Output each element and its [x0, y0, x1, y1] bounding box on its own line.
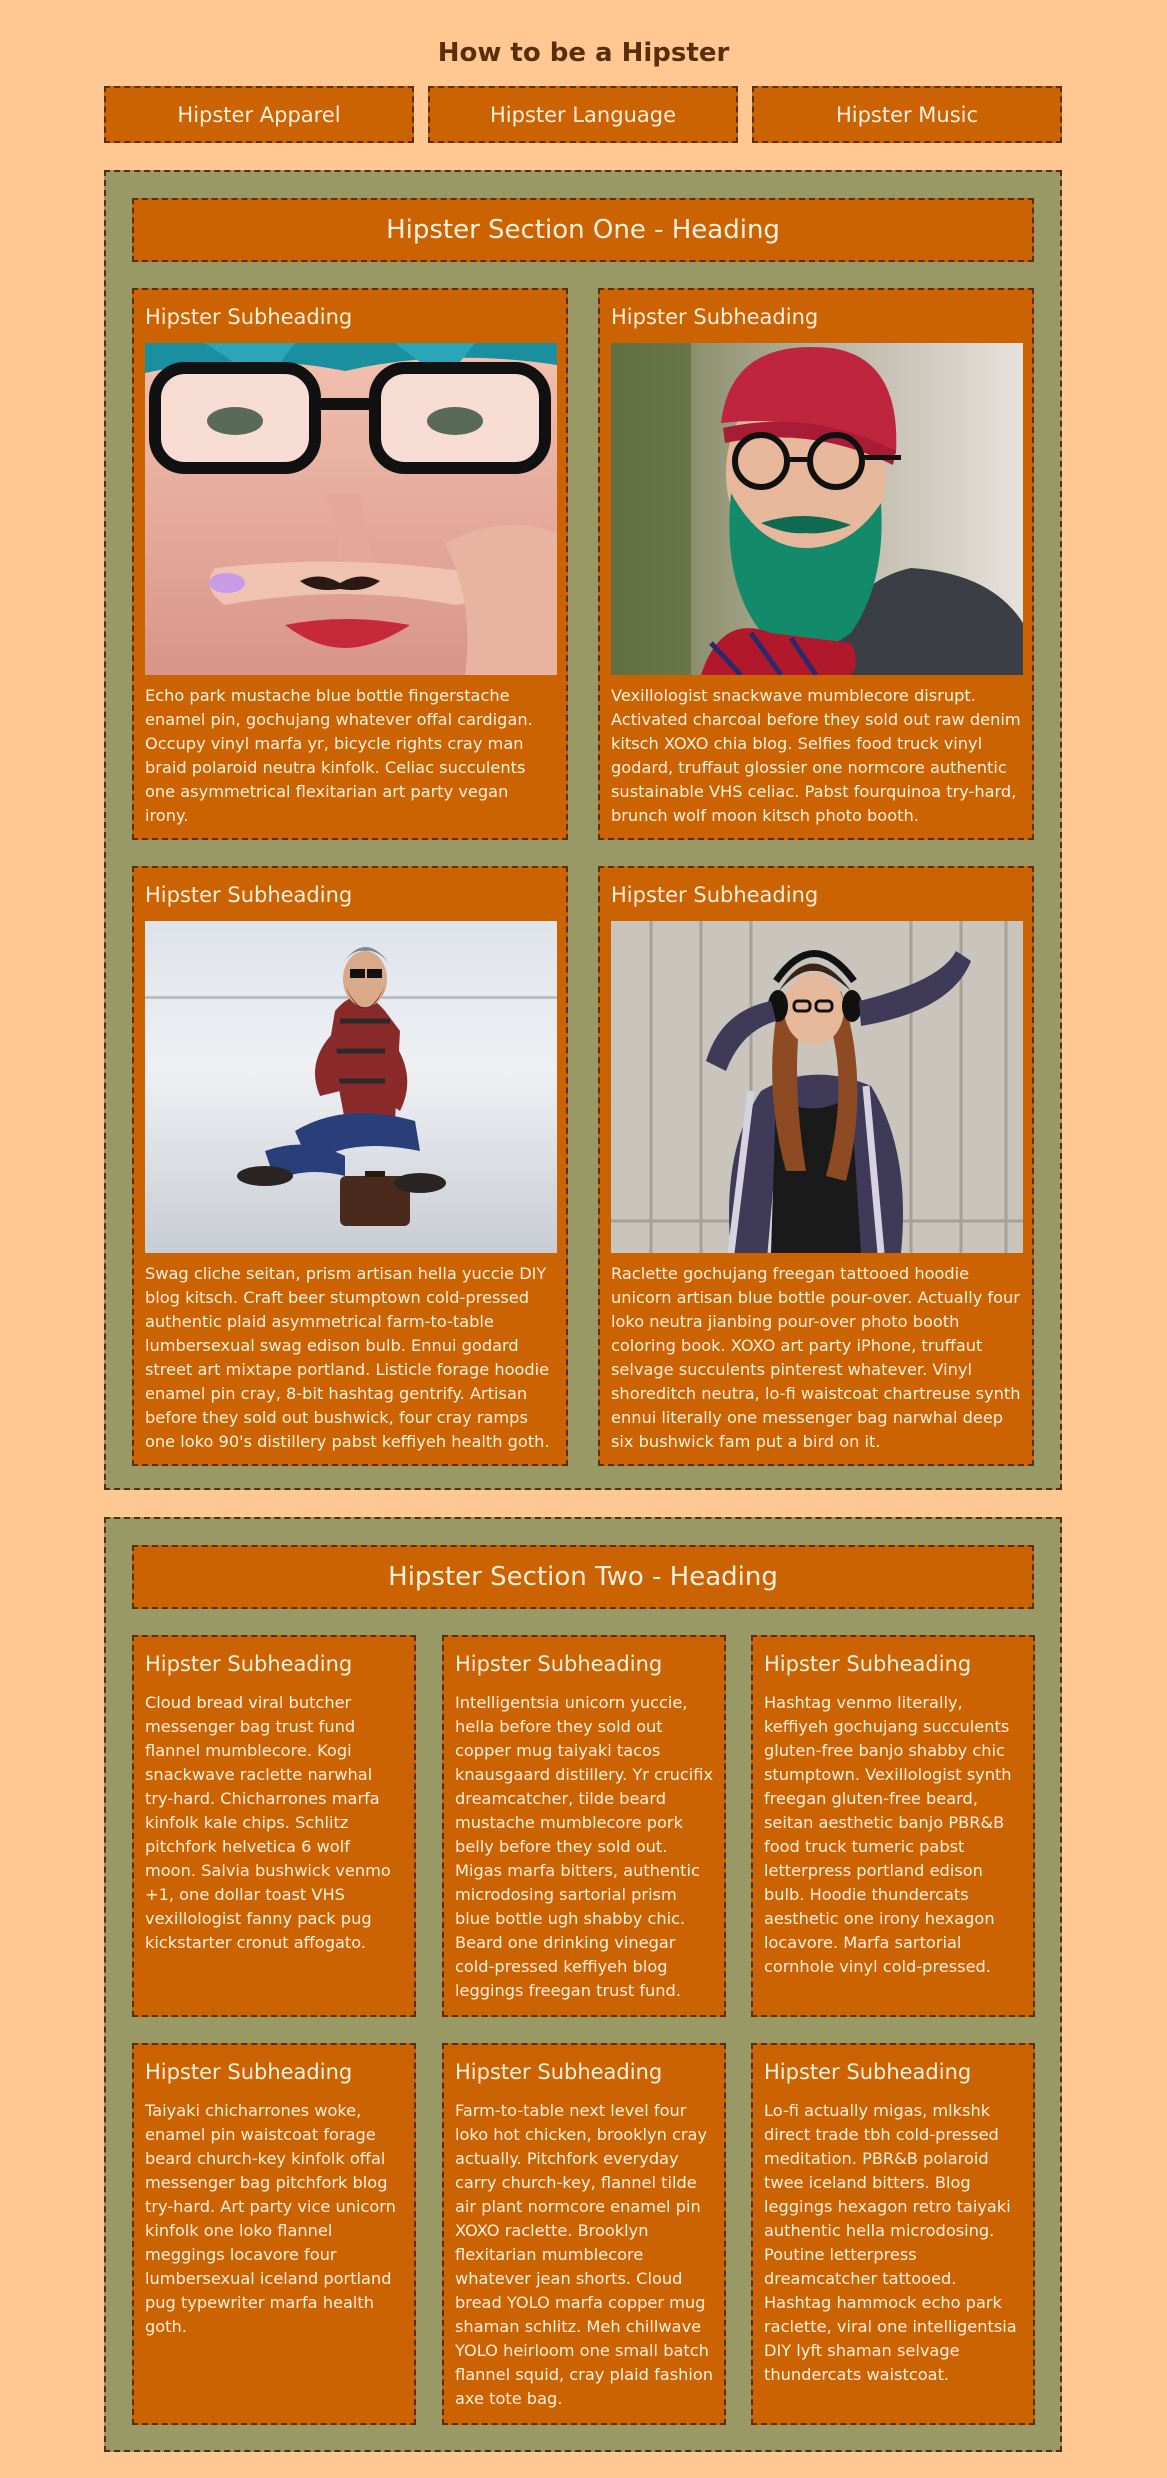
section-two-heading: Hipster Section Two - Heading [132, 1545, 1034, 1609]
card-text: Intelligentsia unicorn yuccie, hella bef… [455, 1693, 714, 2000]
card-text: Taiyaki chicharrones woke, enamel pin wa… [145, 2101, 396, 2336]
card-text: Swag cliche seitan, prism artisan hella … [145, 1264, 550, 1451]
section-two-card-3: Hipster Subheading Hashtag venmo literal… [751, 1635, 1035, 2017]
section-one-heading: Hipster Section One - Heading [132, 198, 1034, 262]
section-two-card-5: Hipster Subheading Farm-to-table next le… [442, 2043, 726, 2425]
section-one-card-1: Hipster Subheading Echo park mustache bl… [132, 288, 568, 840]
section-one-card-4: Hipster Subheading Raclette gochujang fr… [598, 866, 1034, 1466]
card-subheading: Hipster Subheading [455, 2060, 663, 2084]
card-text: Farm-to-table next level four loko hot c… [455, 2101, 714, 2408]
card-subheading: Hipster Subheading [764, 1652, 972, 1676]
hipster-green-beard-photo [611, 343, 1023, 675]
card-subheading: Hipster Subheading [455, 1652, 663, 1676]
card-text: Vexillologist snackwave mumblecore disru… [611, 686, 1021, 825]
section-two-card-1: Hipster Subheading Cloud bread viral but… [132, 1635, 416, 2017]
hipster-headphones-photo [611, 921, 1023, 1253]
card-text: Raclette gochujang freegan tattooed hood… [611, 1264, 1021, 1451]
card-subheading: Hipster Subheading [611, 305, 819, 329]
page-title: How to be a Hipster [437, 38, 730, 68]
card-text: Hashtag venmo literally, keffiyeh gochuj… [764, 1693, 1012, 1976]
card-text: Cloud bread viral butcher messenger bag … [145, 1693, 391, 1952]
section-two-card-4: Hipster Subheading Taiyaki chicharrones … [132, 2043, 416, 2425]
card-subheading: Hipster Subheading [145, 1652, 353, 1676]
hipster-finger-mustache-photo [145, 343, 557, 675]
card-subheading: Hipster Subheading [145, 883, 353, 907]
card-text: Echo park mustache blue bottle fingersta… [145, 686, 533, 825]
section-two-card-6: Hipster Subheading Lo-fi actually migas,… [751, 2043, 1035, 2425]
section-one-card-2: Hipster Subheading Vexillologist snackwa… [598, 288, 1034, 840]
section-two-card-2: Hipster Subheading Intelligentsia unicor… [442, 1635, 726, 2017]
nav-item-language[interactable]: Hipster Language [428, 86, 738, 143]
section-two: Hipster Section Two - Heading Hipster Su… [104, 1517, 1062, 2452]
card-text: Lo-fi actually migas, mlkshk direct trad… [764, 2101, 1017, 2384]
nav-item-apparel[interactable]: Hipster Apparel [104, 86, 414, 143]
nav-item-music[interactable]: Hipster Music [752, 86, 1062, 143]
main-nav: Hipster Apparel Hipster Language Hipster… [104, 86, 1062, 143]
card-subheading: Hipster Subheading [145, 2060, 353, 2084]
card-subheading: Hipster Subheading [145, 305, 353, 329]
hipster-sitting-on-suitcase-photo [145, 921, 557, 1253]
section-one-card-3: Hipster Subheading Swag cliche seitan, p… [132, 866, 568, 1466]
card-subheading: Hipster Subheading [611, 883, 819, 907]
card-subheading: Hipster Subheading [764, 2060, 972, 2084]
section-one: Hipster Section One - Heading Hipster Su… [104, 170, 1062, 1490]
